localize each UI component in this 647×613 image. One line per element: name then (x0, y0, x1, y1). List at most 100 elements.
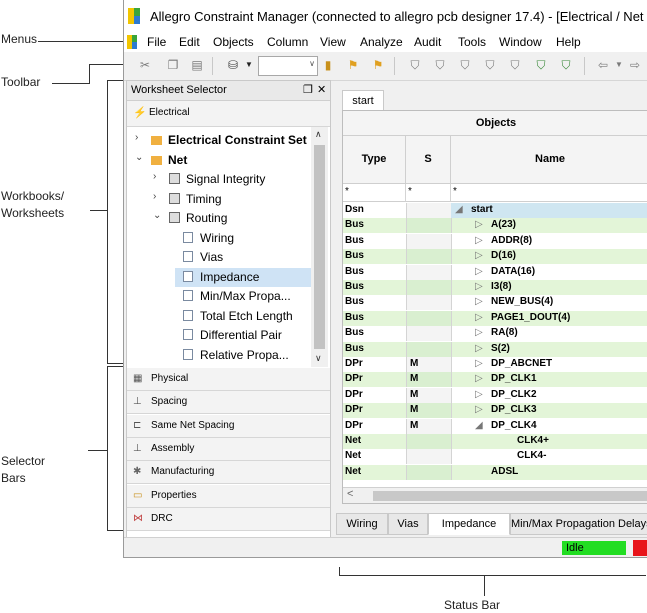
paste-icon[interactable]: ▤ (190, 58, 204, 72)
selector-bar-spacing[interactable]: ⊥ Spacing (127, 391, 330, 415)
menu-edit[interactable]: Edit (179, 35, 200, 49)
filter-s-field[interactable]: * (406, 184, 451, 202)
table-row[interactable]: DPr M ▷ DP_CLK3 (343, 403, 647, 419)
tree-item[interactable]: Min/Max Propa... (127, 287, 311, 306)
menu-app-icon[interactable] (127, 35, 137, 49)
tree-item[interactable]: › Timing (127, 190, 311, 209)
table-row[interactable]: Net CLK4- (343, 449, 647, 465)
chevron-right-icon[interactable]: › (153, 171, 165, 182)
chevron-down-icon[interactable]: ⌄ (153, 210, 165, 221)
copy-icon[interactable]: ❐ (166, 58, 180, 72)
filter-3-icon[interactable]: ⛉ (458, 58, 472, 72)
tree-item[interactable]: Impedance (127, 267, 311, 287)
forward-arrow-icon[interactable]: ⇨ (628, 58, 642, 72)
collapse-triangle-icon[interactable]: ◢ (475, 420, 483, 431)
selector-bar-physical[interactable]: ▦ Physical (127, 368, 330, 391)
tab-impedance[interactable]: Impedance (428, 513, 510, 535)
filter-4-icon[interactable]: ⛉ (483, 58, 497, 72)
table-row[interactable]: Bus ▷ PAGE1_DOUT(4) (343, 310, 647, 326)
scroll-left-icon[interactable]: < (347, 488, 353, 500)
tab-vias[interactable]: Vias (388, 513, 428, 535)
expand-triangle-icon[interactable]: ▷ (475, 250, 483, 261)
selector-bar-properties[interactable]: ▭ Properties (127, 484, 330, 508)
table-row[interactable]: Bus ▷ ADDR(8) (343, 233, 647, 249)
bookmark-prev-icon[interactable]: ⚑ (371, 58, 385, 72)
column-header-type[interactable]: Type (343, 136, 406, 184)
expand-triangle-icon[interactable]: ▷ (475, 281, 483, 292)
tree-item[interactable]: Relative Propa... (127, 346, 311, 365)
chevron-down-icon[interactable]: ⌄ (135, 152, 147, 163)
collapse-triangle-icon[interactable]: ◢ (455, 204, 463, 215)
expand-triangle-icon[interactable]: ▷ (475, 312, 483, 323)
object-filter-icon[interactable]: ⛁ (226, 58, 240, 72)
tree-item[interactable]: Total Etch Length (127, 307, 311, 326)
filter-combo-box[interactable]: ∨ (258, 56, 318, 76)
scroll-up-icon[interactable]: ∧ (315, 129, 322, 140)
selector-bar-same-net-spacing[interactable]: ⊏ Same Net Spacing (127, 414, 330, 438)
filter-2-icon[interactable]: ⛉ (433, 58, 447, 72)
filter-name-field[interactable]: * (451, 184, 647, 202)
grid-scrollbar-thumb[interactable] (373, 491, 647, 501)
expand-triangle-icon[interactable]: ▷ (475, 266, 483, 277)
table-row[interactable]: Bus ▷ NEW_BUS(4) (343, 295, 647, 311)
tree-item[interactable]: ⌄ Net (127, 151, 311, 170)
back-arrow-icon[interactable]: ⇦ (596, 58, 610, 72)
table-row[interactable]: Net ADSL (343, 464, 647, 480)
pin-panel-icon[interactable]: ❐ (303, 83, 313, 96)
table-row[interactable]: Bus ▷ I3(8) (343, 280, 647, 295)
electrical-selector-bar[interactable]: ⚡ Electrical (127, 101, 330, 127)
menu-tools[interactable]: Tools (458, 35, 486, 49)
close-panel-icon[interactable]: ✕ (317, 83, 326, 96)
expand-triangle-icon[interactable]: ▷ (475, 404, 483, 415)
expand-triangle-icon[interactable]: ▷ (475, 343, 483, 354)
menu-audit[interactable]: Audit (414, 35, 441, 49)
menu-objects[interactable]: Objects (213, 35, 254, 49)
filter-1-icon[interactable]: ⛉ (408, 58, 422, 72)
tree-item[interactable]: Differential Pair (127, 326, 311, 345)
chevron-right-icon[interactable]: › (135, 132, 147, 143)
tree-scrollbar-thumb[interactable] (314, 145, 325, 349)
filter-6-icon[interactable]: ⛉ (534, 58, 548, 72)
back-dropdown-icon[interactable]: ▼ (612, 58, 626, 72)
menu-analyze[interactable]: Analyze (360, 35, 403, 49)
tree-item[interactable]: ⌄ Routing (127, 209, 311, 228)
tree-item[interactable]: › Signal Integrity (127, 170, 311, 189)
expand-triangle-icon[interactable]: ▷ (475, 389, 483, 400)
table-row[interactable]: Net CLK4+ (343, 434, 647, 449)
table-row[interactable]: Bus ▷ S(2) (343, 341, 647, 357)
table-row[interactable]: DPr M ▷ DP_CLK2 (343, 387, 647, 403)
column-header-name[interactable]: Name (451, 136, 647, 184)
grid-horizontal-scrollbar[interactable]: < (343, 487, 647, 503)
cut-icon[interactable]: ✂ (138, 58, 152, 72)
combo-chevron-down-icon[interactable]: ∨ (309, 59, 315, 68)
chevron-right-icon[interactable]: › (153, 191, 165, 202)
scroll-down-icon[interactable]: ∨ (315, 353, 322, 364)
expand-triangle-icon[interactable]: ▷ (475, 373, 483, 384)
table-row[interactable]: Dsn ◢ start (343, 203, 647, 218)
menu-file[interactable]: File (147, 35, 166, 49)
tree-item[interactable]: Vias (127, 248, 311, 267)
table-row[interactable]: DPr M ▷ DP_ABCNET (343, 357, 647, 372)
filter-7-icon[interactable]: ⛉ (559, 58, 573, 72)
expand-triangle-icon[interactable]: ▷ (475, 219, 483, 230)
tab-min-max-propagation-delays[interactable]: Min/Max Propagation Delays (510, 513, 647, 535)
menu-window[interactable]: Window (499, 35, 542, 49)
filter-type-field[interactable]: * (343, 184, 406, 202)
table-row[interactable]: Bus ▷ DATA(16) (343, 264, 647, 280)
bookmark-add-icon[interactable]: ▮ (321, 58, 335, 72)
tab-start[interactable]: start (342, 90, 384, 111)
object-filter-dropdown-icon[interactable]: ▼ (242, 58, 256, 72)
selector-bar-manufacturing[interactable]: ✱ Manufacturing (127, 461, 330, 485)
bookmark-next-icon[interactable]: ⚑ (346, 58, 360, 72)
expand-triangle-icon[interactable]: ▷ (475, 327, 483, 338)
column-header-s[interactable]: S (406, 136, 451, 184)
tab-wiring[interactable]: Wiring (336, 513, 388, 535)
table-row[interactable]: Bus ▷ RA(8) (343, 326, 647, 342)
table-row[interactable]: Bus ▷ A(23) (343, 218, 647, 234)
menu-help[interactable]: Help (556, 35, 581, 49)
filter-5-icon[interactable]: ⛉ (508, 58, 522, 72)
expand-triangle-icon[interactable]: ▷ (475, 296, 483, 307)
tree-item[interactable]: › Electrical Constraint Set (127, 131, 311, 150)
table-row[interactable]: Bus ▷ D(16) (343, 249, 647, 265)
table-row[interactable]: DPr M ▷ DP_CLK1 (343, 372, 647, 388)
